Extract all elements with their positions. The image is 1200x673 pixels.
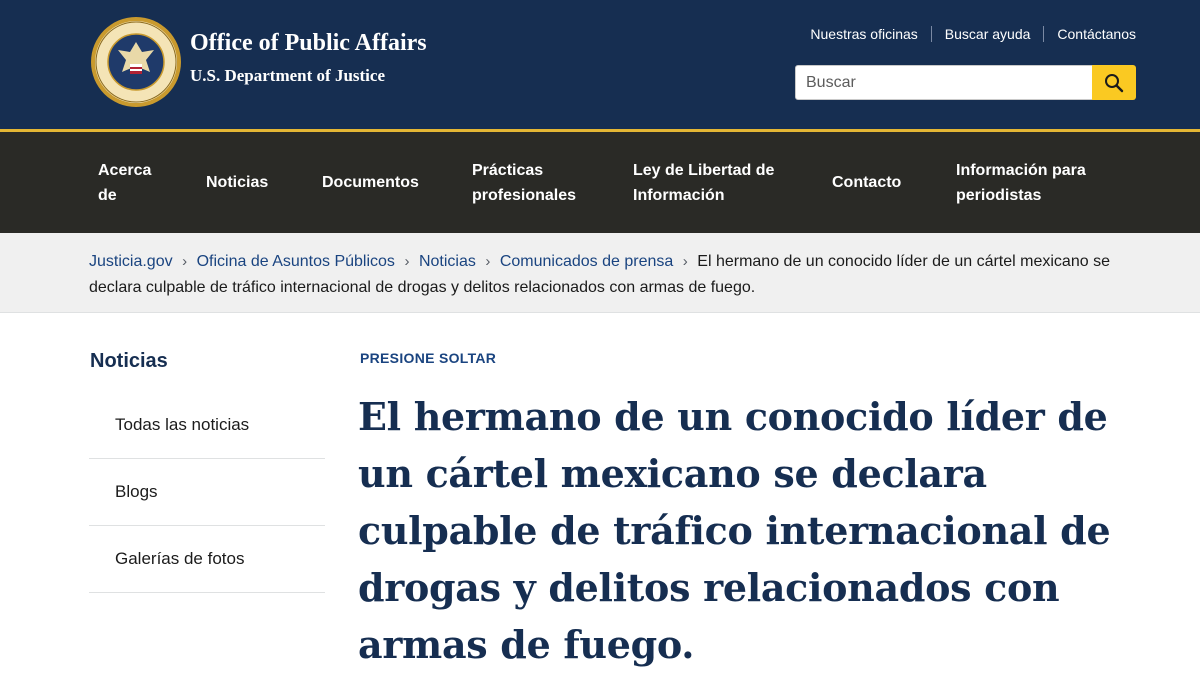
- main-nav: Acerca de Noticias Documentos Prácticas …: [0, 132, 1200, 233]
- sidebar-item-all-news[interactable]: Todas las noticias: [89, 392, 325, 459]
- utility-nav: Nuestras oficinas Buscar ayuda Contáctan…: [810, 26, 1136, 42]
- util-divider: [1043, 26, 1045, 42]
- util-link-help[interactable]: Buscar ayuda: [945, 26, 1031, 42]
- sidebar-item-photo-galleries[interactable]: Galerías de fotos: [89, 526, 325, 593]
- sidebar-title[interactable]: Noticias: [90, 350, 168, 373]
- util-link-contact[interactable]: Contáctanos: [1057, 26, 1136, 42]
- chevron-right-icon: ›: [182, 253, 188, 270]
- util-link-offices[interactable]: Nuestras oficinas: [810, 26, 917, 42]
- sidebar-item-blogs[interactable]: Blogs: [89, 459, 325, 526]
- site-header: Office of Public Affairs U.S. Department…: [0, 0, 1200, 129]
- chevron-right-icon: ›: [682, 253, 688, 270]
- chevron-right-icon: ›: [404, 253, 410, 270]
- util-divider: [930, 26, 932, 42]
- article-headline: El hermano de un conocido líder de un cá…: [358, 394, 1111, 667]
- sidebar-nav: Todas las noticias Blogs Galerías de fot…: [89, 392, 325, 593]
- breadcrumb: Justicia.gov › Oficina de Asuntos Públicos…: [89, 249, 1119, 301]
- breadcrumb-link-news[interactable]: Noticias: [419, 253, 476, 270]
- chevron-right-icon: ›: [485, 253, 491, 270]
- nav-item-professional-practices[interactable]: Prácticas profesionales: [472, 132, 587, 233]
- nav-item-press[interactable]: Información para periodistas: [956, 132, 1096, 233]
- nav-item-documents[interactable]: Documentos: [322, 132, 419, 233]
- article-type-label: PRESIONE SOLTAR: [360, 350, 497, 366]
- search-icon: [1105, 73, 1124, 92]
- nav-item-news[interactable]: Noticias: [206, 132, 268, 233]
- doj-seal-logo[interactable]: [90, 16, 182, 108]
- nav-item-foia[interactable]: Ley de Libertad de Información: [633, 132, 788, 233]
- breadcrumb-link-opa[interactable]: Oficina de Asuntos Públicos: [197, 253, 395, 270]
- nav-item-contact[interactable]: Contacto: [832, 132, 901, 233]
- search-input[interactable]: [795, 65, 1093, 100]
- nav-item-about[interactable]: Acerca de: [98, 132, 158, 233]
- search-button[interactable]: [1092, 65, 1136, 100]
- breadcrumb-link-justice[interactable]: Justicia.gov: [89, 253, 173, 270]
- breadcrumb-link-press-releases[interactable]: Comunicados de prensa: [500, 253, 673, 270]
- site-subtitle[interactable]: U.S. Department of Justice: [190, 66, 385, 86]
- site-title[interactable]: Office of Public Affairs: [190, 30, 427, 57]
